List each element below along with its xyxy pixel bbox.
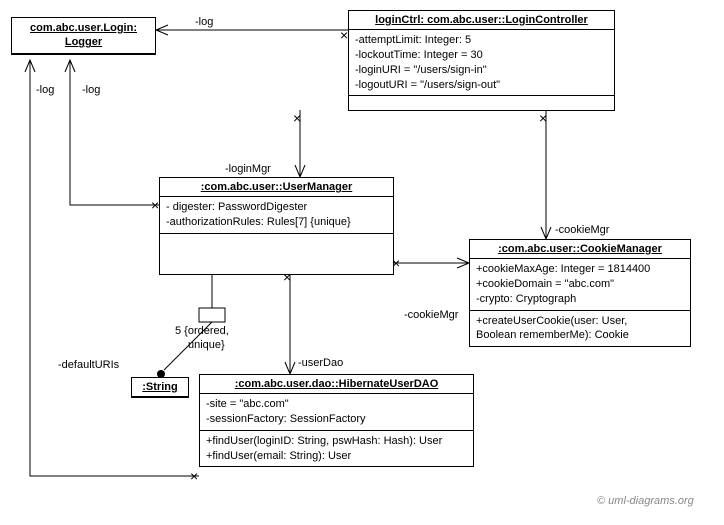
label-cookie-mgr-2: -cookieMgr: [404, 309, 458, 321]
dao-a2: -sessionFactory: SessionFactory: [206, 412, 467, 427]
logger-title: com.abc.user.Login: Logger: [12, 18, 155, 54]
string-title: :String: [132, 378, 188, 397]
loginctrl-title: loginCtrl: com.abc.user::LoginController: [349, 11, 614, 30]
label-login-mgr: -loginMgr: [225, 163, 271, 175]
cookiemgr-op1b: Boolean rememberMe): Cookie: [476, 328, 684, 343]
loginctrl-a4: -logoutURI = "/users/sign-out": [355, 78, 608, 93]
svg-text:×: ×: [340, 27, 348, 43]
class-cookie-manager: :com.abc.user::CookieManager +cookieMaxA…: [469, 239, 691, 347]
svg-text:×: ×: [539, 110, 547, 126]
cookiemgr-ops: +createUserCookie(user: User, Boolean re…: [470, 311, 690, 347]
cookiemgr-op1a: +createUserCookie(user: User,: [476, 314, 684, 329]
svg-text:×: ×: [190, 468, 198, 484]
class-login-controller: loginCtrl: com.abc.user::LoginController…: [348, 10, 615, 111]
cookiemgr-attrs: +cookieMaxAge: Integer = 1814400 +cookie…: [470, 259, 690, 311]
label-user-dao: -userDao: [298, 357, 343, 369]
class-user-manager: :com.abc.user::UserManager - digester: P…: [159, 177, 394, 275]
label-cookie-mgr-1: -cookieMgr: [555, 224, 609, 236]
loginctrl-a3: -loginURI = "/users/sign-in": [355, 63, 608, 78]
dao-attrs: -site = "abc.com" -sessionFactory: Sessi…: [200, 394, 473, 431]
svg-text:×: ×: [293, 110, 301, 126]
usermgr-attrs: - digester: PasswordDigester -authorizat…: [160, 197, 393, 234]
label-unique: unique}: [188, 339, 225, 351]
cookiemgr-a1: +cookieMaxAge: Integer = 1814400: [476, 262, 684, 277]
label-log-2: -log: [82, 84, 100, 96]
dao-op2: +findUser(email: String): User: [206, 449, 467, 464]
loginctrl-a1: -attemptLimit: Integer: 5: [355, 33, 608, 48]
label-default-uris: -defaultURIs: [58, 359, 119, 371]
watermark: © uml-diagrams.org: [597, 495, 694, 507]
loginctrl-a2: -lockoutTime: Integer = 30: [355, 48, 608, 63]
label-ordered: 5 {ordered,: [175, 325, 229, 337]
label-log-1: -log: [195, 16, 213, 28]
class-hibernate-dao: :com.abc.user.dao::HibernateUserDAO -sit…: [199, 374, 474, 467]
cookiemgr-a2: +cookieDomain = "abc.com": [476, 277, 684, 292]
usermgr-a2: -authorizationRules: Rules[7] {unique}: [166, 215, 387, 230]
dao-ops: +findUser(loginID: String, pswHash: Hash…: [200, 431, 473, 467]
dao-title: :com.abc.user.dao::HibernateUserDAO: [200, 375, 473, 394]
class-string: :String: [131, 377, 189, 398]
label-log-3: -log: [36, 84, 54, 96]
dao-a1: -site = "abc.com": [206, 397, 467, 412]
usermgr-title: :com.abc.user::UserManager: [160, 178, 393, 197]
loginctrl-attrs: -attemptLimit: Integer: 5 -lockoutTime: …: [349, 30, 614, 96]
class-logger: com.abc.user.Login: Logger: [11, 17, 156, 55]
usermgr-ops: [160, 234, 393, 274]
cookiemgr-title: :com.abc.user::CookieManager: [470, 240, 690, 259]
cookiemgr-a3: -crypto: Cryptograph: [476, 292, 684, 307]
svg-text:×: ×: [151, 197, 159, 213]
loginctrl-ops: [349, 96, 614, 110]
usermgr-a1: - digester: PasswordDigester: [166, 200, 387, 215]
dao-op1: +findUser(loginID: String, pswHash: Hash…: [206, 434, 467, 449]
